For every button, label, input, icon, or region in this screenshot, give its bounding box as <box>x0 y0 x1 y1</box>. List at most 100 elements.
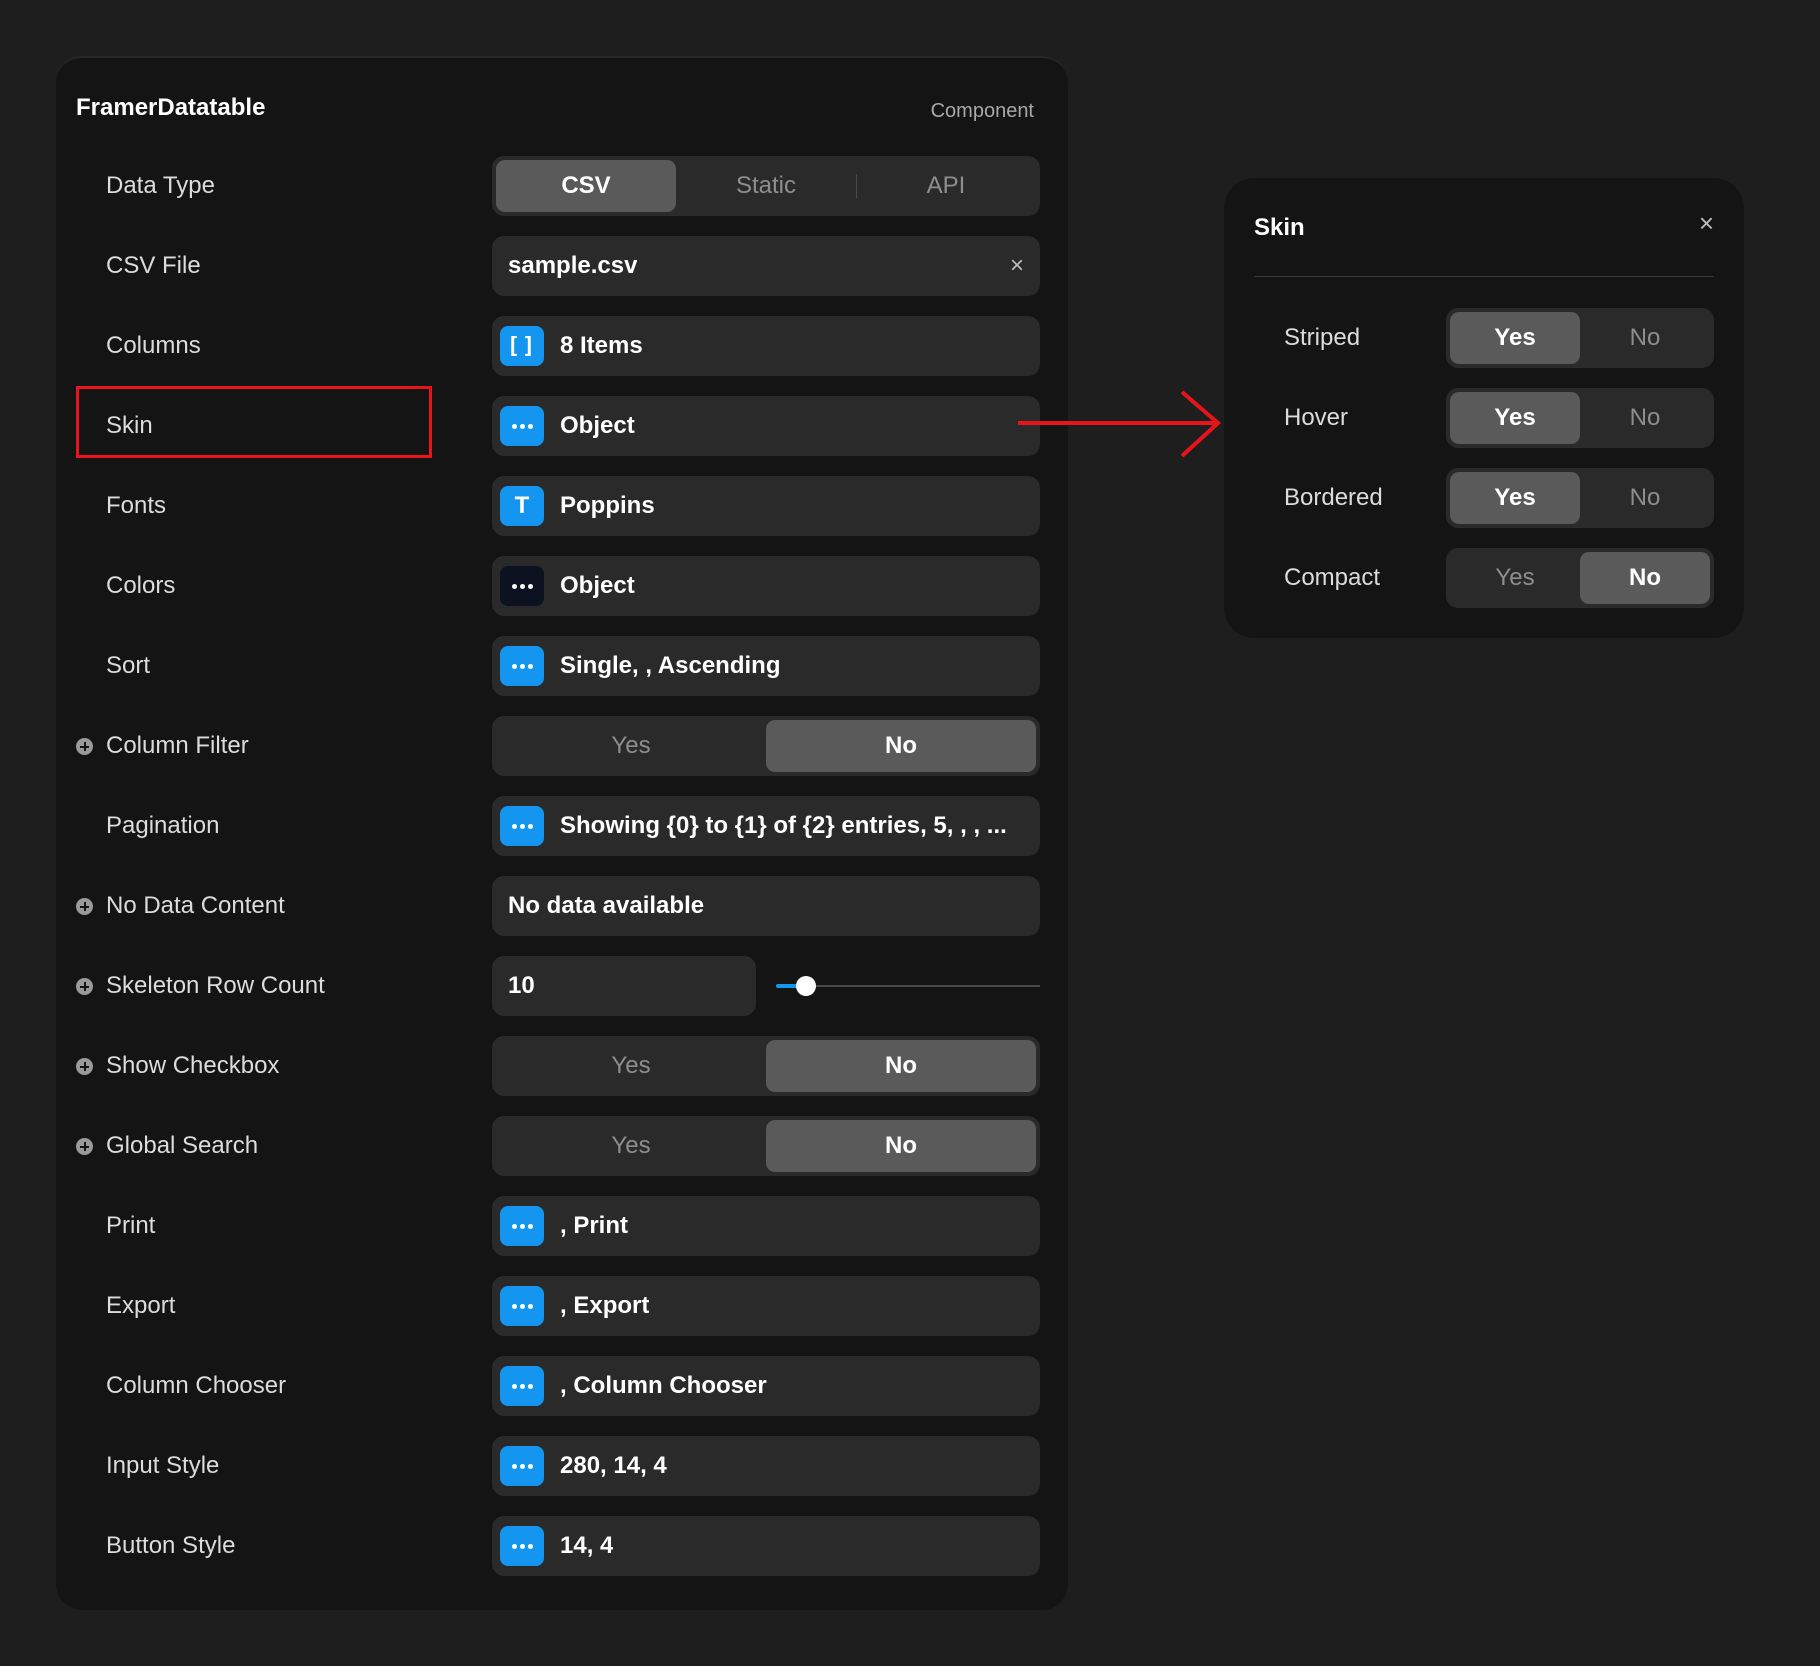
row-input-style: Input Style 280, 14, 4 <box>56 1436 1068 1496</box>
row-column-filter: Column Filter Yes No <box>56 716 1068 776</box>
global-search-segmented-control[interactable]: Yes No <box>492 1116 1040 1176</box>
csv-file-field[interactable]: sample.csv × <box>492 236 1040 296</box>
more-dots-icon[interactable] <box>500 1286 544 1326</box>
pagination-value: Showing {0} to {1} of {2} entries, 5, , … <box>560 812 1007 839</box>
more-dots-icon[interactable] <box>500 566 544 606</box>
option-static[interactable]: Static <box>676 160 856 212</box>
option-yes[interactable]: Yes <box>1450 312 1580 364</box>
row-global-search: Global Search Yes No <box>56 1116 1068 1176</box>
columns-field[interactable]: [] 8 Items <box>492 316 1040 376</box>
add-plus-icon[interactable] <box>76 1138 93 1155</box>
option-no[interactable]: No <box>766 1040 1036 1092</box>
more-dots-icon[interactable] <box>500 406 544 446</box>
button-style-value: 14, 4 <box>560 1532 614 1559</box>
option-yes[interactable]: Yes <box>1450 392 1580 444</box>
more-dots-icon[interactable] <box>500 1206 544 1246</box>
skeleton-row-count-value: 10 <box>508 972 535 999</box>
column-filter-segmented-control[interactable]: Yes No <box>492 716 1040 776</box>
option-csv[interactable]: CSV <box>496 160 676 212</box>
label-column-filter: Column Filter <box>106 732 249 759</box>
label-csv-file: CSV File <box>106 252 201 279</box>
option-no[interactable]: No <box>766 720 1036 772</box>
row-skeleton-row-count: Skeleton Row Count 10 <box>56 956 1068 1016</box>
striped-toggle[interactable]: Yes No <box>1446 308 1714 368</box>
skeleton-row-count-number-input[interactable]: 10 <box>492 956 756 1016</box>
skin-field[interactable]: Object <box>492 396 1040 456</box>
add-plus-icon[interactable] <box>76 978 93 995</box>
arrow-right-icon <box>1018 390 1222 458</box>
no-data-content-input[interactable]: No data available <box>492 876 1040 936</box>
row-data-type: Data Type CSV Static API <box>56 156 1068 216</box>
component-title: FramerDatatable <box>76 94 266 121</box>
more-dots-icon[interactable] <box>500 806 544 846</box>
print-value: , Print <box>560 1212 629 1239</box>
hover-toggle[interactable]: Yes No <box>1446 388 1714 448</box>
row-show-checkbox: Show Checkbox Yes No <box>56 1036 1068 1096</box>
row-print: Print , Print <box>56 1196 1068 1256</box>
popup-title: Skin <box>1254 214 1305 241</box>
close-icon[interactable]: × <box>1699 208 1714 239</box>
row-column-chooser: Column Chooser , Column Chooser <box>56 1356 1068 1416</box>
add-plus-icon[interactable] <box>76 1058 93 1075</box>
row-colors: Colors Object <box>56 556 1068 616</box>
text-t-icon[interactable]: T <box>500 486 544 526</box>
option-no[interactable]: No <box>1580 552 1710 604</box>
option-no[interactable]: No <box>1580 312 1710 364</box>
option-yes[interactable]: Yes <box>496 1120 766 1172</box>
more-dots-icon[interactable] <box>500 1366 544 1406</box>
add-plus-icon[interactable] <box>76 898 93 915</box>
option-yes[interactable]: Yes <box>1450 472 1580 524</box>
label-pagination: Pagination <box>106 812 220 839</box>
label-print: Print <box>106 1212 156 1239</box>
option-yes[interactable]: Yes <box>1450 552 1580 604</box>
slider-thumb[interactable] <box>796 976 816 996</box>
row-no-data-content: No Data Content No data available <box>56 876 1068 936</box>
input-style-field[interactable]: 280, 14, 4 <box>492 1436 1040 1496</box>
bordered-toggle[interactable]: Yes No <box>1446 468 1714 528</box>
option-yes[interactable]: Yes <box>496 1040 766 1092</box>
add-plus-icon[interactable] <box>76 738 93 755</box>
label-data-type: Data Type <box>106 172 215 199</box>
more-dots-icon[interactable] <box>500 646 544 686</box>
pagination-field[interactable]: Showing {0} to {1} of {2} entries, 5, , … <box>492 796 1040 856</box>
option-api[interactable]: API <box>856 160 1036 212</box>
show-checkbox-segmented-control[interactable]: Yes No <box>492 1036 1040 1096</box>
more-dots-icon[interactable] <box>500 1446 544 1486</box>
skin-row-bordered: Bordered Yes No <box>1224 468 1744 528</box>
fonts-field[interactable]: T Poppins <box>492 476 1040 536</box>
label-fonts: Fonts <box>106 492 167 519</box>
row-columns: Columns [] 8 Items <box>56 316 1068 376</box>
label-export: Export <box>106 1292 176 1319</box>
skin-value: Object <box>560 412 635 439</box>
export-field[interactable]: , Export <box>492 1276 1040 1336</box>
columns-value: 8 Items <box>560 332 643 359</box>
label-colors: Colors <box>106 572 176 599</box>
option-no[interactable]: No <box>766 1120 1036 1172</box>
data-type-segmented-control[interactable]: CSV Static API <box>492 156 1040 216</box>
label-bordered: Bordered <box>1284 484 1383 511</box>
skin-row-hover: Hover Yes No <box>1224 388 1744 448</box>
option-no[interactable]: No <box>1580 392 1710 444</box>
skin-row-striped: Striped Yes No <box>1224 308 1744 368</box>
row-export: Export , Export <box>56 1276 1068 1336</box>
properties-panel: FramerDatatable Component Data Type CSV St… <box>56 56 1068 1610</box>
sort-field[interactable]: Single, , Ascending <box>492 636 1040 696</box>
clear-icon[interactable]: × <box>1010 236 1024 296</box>
column-chooser-field[interactable]: , Column Chooser <box>492 1356 1040 1416</box>
component-kind-label: Component <box>930 100 1034 122</box>
label-compact: Compact <box>1284 564 1381 591</box>
option-yes[interactable]: Yes <box>496 720 766 772</box>
print-field[interactable]: , Print <box>492 1196 1040 1256</box>
brackets-icon[interactable]: [] <box>500 326 544 366</box>
button-style-field[interactable]: 14, 4 <box>492 1516 1040 1576</box>
compact-toggle[interactable]: Yes No <box>1446 548 1714 608</box>
skin-row-compact: Compact Yes No <box>1224 548 1744 608</box>
option-no[interactable]: No <box>1580 472 1710 524</box>
no-data-content-value: No data available <box>508 892 705 919</box>
label-sort: Sort <box>106 652 151 679</box>
label-no-data-content: No Data Content <box>106 892 285 919</box>
more-dots-icon[interactable] <box>500 1526 544 1566</box>
label-button-style: Button Style <box>106 1532 236 1559</box>
export-value: , Export <box>560 1292 650 1319</box>
colors-field[interactable]: Object <box>492 556 1040 616</box>
